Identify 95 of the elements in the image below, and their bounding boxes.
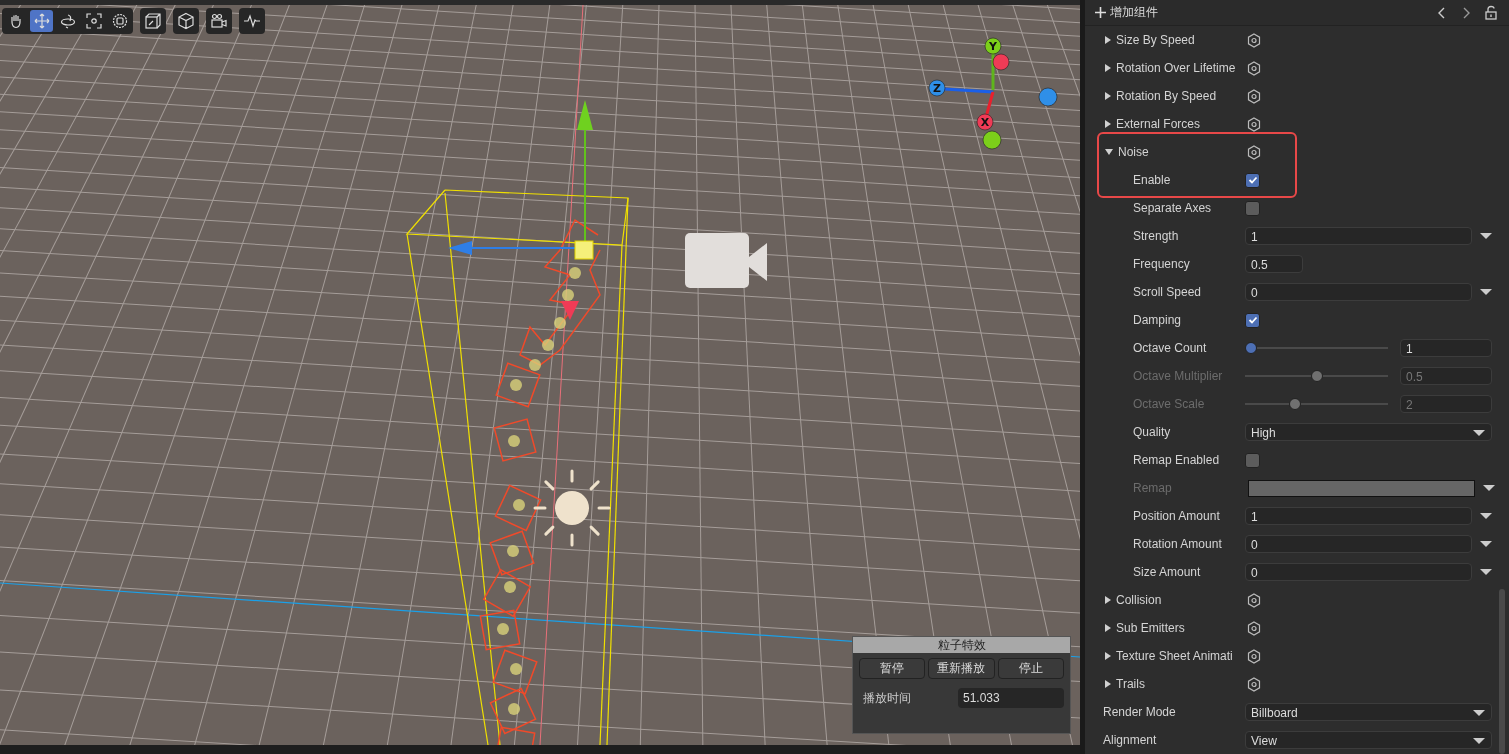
property-label[interactable]: Texture Sheet Animati	[1116, 649, 1233, 663]
property-label[interactable]: Size By Speed	[1116, 33, 1195, 47]
dropdown[interactable]: View	[1245, 731, 1492, 749]
property-label: Frequency	[1133, 257, 1190, 271]
play-time-field[interactable]: 51.033	[958, 688, 1064, 708]
property-label: Rotation Amount	[1133, 537, 1222, 551]
expand-caret-icon[interactable]	[1105, 36, 1111, 44]
property-label[interactable]: Noise	[1118, 145, 1149, 159]
caret-icon[interactable]	[1480, 569, 1492, 575]
property-label: Render Mode	[1103, 705, 1176, 719]
value-field[interactable]: 0	[1245, 283, 1472, 301]
property-label[interactable]: External Forces	[1116, 117, 1201, 131]
play-time-label: 播放时间	[863, 689, 911, 707]
move-icon	[33, 13, 50, 29]
value-field[interactable]: 1	[1400, 339, 1492, 357]
add-icon[interactable]	[1095, 7, 1106, 18]
cube-icon	[177, 12, 195, 30]
property-label[interactable]: Sub Emitters	[1116, 621, 1185, 635]
scale-icon	[85, 13, 102, 29]
checkbox[interactable]	[1245, 452, 1260, 468]
forward-icon[interactable]	[1461, 5, 1471, 20]
view-button[interactable]	[239, 8, 265, 34]
expand-caret-icon[interactable]	[1105, 64, 1111, 72]
dropdown[interactable]: Billboard	[1245, 703, 1492, 721]
axis-label: X	[980, 116, 990, 129]
property-label: Strength	[1133, 229, 1179, 243]
slider-thumb[interactable]	[1245, 342, 1257, 354]
caret-icon[interactable]	[1480, 541, 1492, 547]
lock-icon[interactable]	[1485, 5, 1497, 20]
view-button[interactable]	[173, 8, 199, 34]
property-label[interactable]: Rotation Over Lifetime	[1116, 61, 1236, 75]
expand-caret-icon[interactable]	[1105, 652, 1111, 660]
property-label: Position Amount	[1133, 509, 1220, 523]
value-field[interactable]: 0.5	[1245, 255, 1303, 273]
property-label[interactable]: Collision	[1116, 593, 1162, 607]
settings-icon[interactable]	[1247, 620, 1261, 636]
property-label: Octave Scale	[1133, 397, 1205, 411]
panel-title: 粒子特效	[853, 637, 1070, 653]
back-icon[interactable]	[1437, 5, 1447, 20]
expand-caret-icon[interactable]	[1105, 680, 1111, 688]
value-field[interactable]: 1	[1245, 227, 1472, 245]
expand-caret-icon[interactable]	[1105, 624, 1111, 632]
camera-icon	[210, 12, 228, 30]
view-button[interactable]	[140, 8, 166, 34]
sun-icon	[533, 469, 611, 547]
expand-caret-icon[interactable]	[1105, 596, 1111, 604]
expand-caret-icon[interactable]	[1105, 120, 1111, 128]
waveform-icon	[243, 12, 261, 30]
settings-icon[interactable]	[1247, 88, 1261, 104]
camera-icon	[685, 233, 767, 288]
settings-icon[interactable]	[1247, 116, 1261, 132]
property-label: Remap Enabled	[1133, 453, 1220, 467]
property-label[interactable]: Trails	[1116, 677, 1145, 691]
property-label: Remap	[1133, 481, 1172, 495]
property-label: Size Amount	[1133, 565, 1201, 579]
property-label[interactable]: Rotation By Speed	[1116, 89, 1217, 103]
playback-button[interactable]: 暂停	[859, 658, 926, 679]
rect-icon	[111, 13, 128, 29]
caret-icon[interactable]	[1480, 289, 1492, 295]
value-field[interactable]: 1	[1245, 507, 1472, 525]
settings-icon[interactable]	[1247, 32, 1261, 48]
settings-icon[interactable]	[1247, 144, 1261, 160]
playback-button[interactable]: 重新播放	[928, 658, 995, 679]
axis-label: Z	[933, 82, 941, 95]
tool-button[interactable]	[30, 10, 53, 32]
property-label: Separate Axes	[1133, 201, 1212, 215]
checkbox[interactable]	[1245, 172, 1260, 188]
settings-icon[interactable]	[1247, 60, 1261, 76]
checkbox[interactable]	[1245, 200, 1260, 216]
check-icon	[1247, 175, 1258, 185]
property-label: Scroll Speed	[1133, 285, 1202, 299]
settings-icon[interactable]	[1247, 676, 1261, 692]
value-field[interactable]: 0	[1245, 535, 1472, 553]
settings-icon[interactable]	[1247, 648, 1261, 664]
property-label: Damping	[1133, 313, 1182, 327]
property-label: Alignment	[1103, 733, 1157, 747]
check-icon	[1247, 315, 1258, 325]
property-label: Octave Multiplier	[1133, 369, 1223, 383]
property-label: Octave Count	[1133, 341, 1207, 355]
expand-caret-icon[interactable]	[1105, 92, 1111, 100]
settings-icon[interactable]	[1247, 592, 1261, 608]
checkbox[interactable]	[1245, 312, 1260, 328]
caret-icon[interactable]	[1480, 233, 1492, 239]
expand-caret-icon[interactable]	[1105, 149, 1113, 155]
add-component-label[interactable]: 增加组件	[1110, 4, 1158, 21]
dropdown[interactable]: High	[1245, 423, 1492, 441]
caret-icon[interactable]	[1480, 513, 1492, 519]
axis-label: Y	[989, 40, 997, 53]
property-label: Quality	[1133, 425, 1171, 439]
playback-button[interactable]: 停止	[997, 658, 1064, 679]
value-field[interactable]: 0	[1245, 563, 1472, 581]
frame-box-icon	[144, 12, 162, 30]
property-label: Enable	[1133, 173, 1171, 187]
rotate-icon	[59, 13, 76, 29]
view-button[interactable]	[206, 8, 232, 34]
